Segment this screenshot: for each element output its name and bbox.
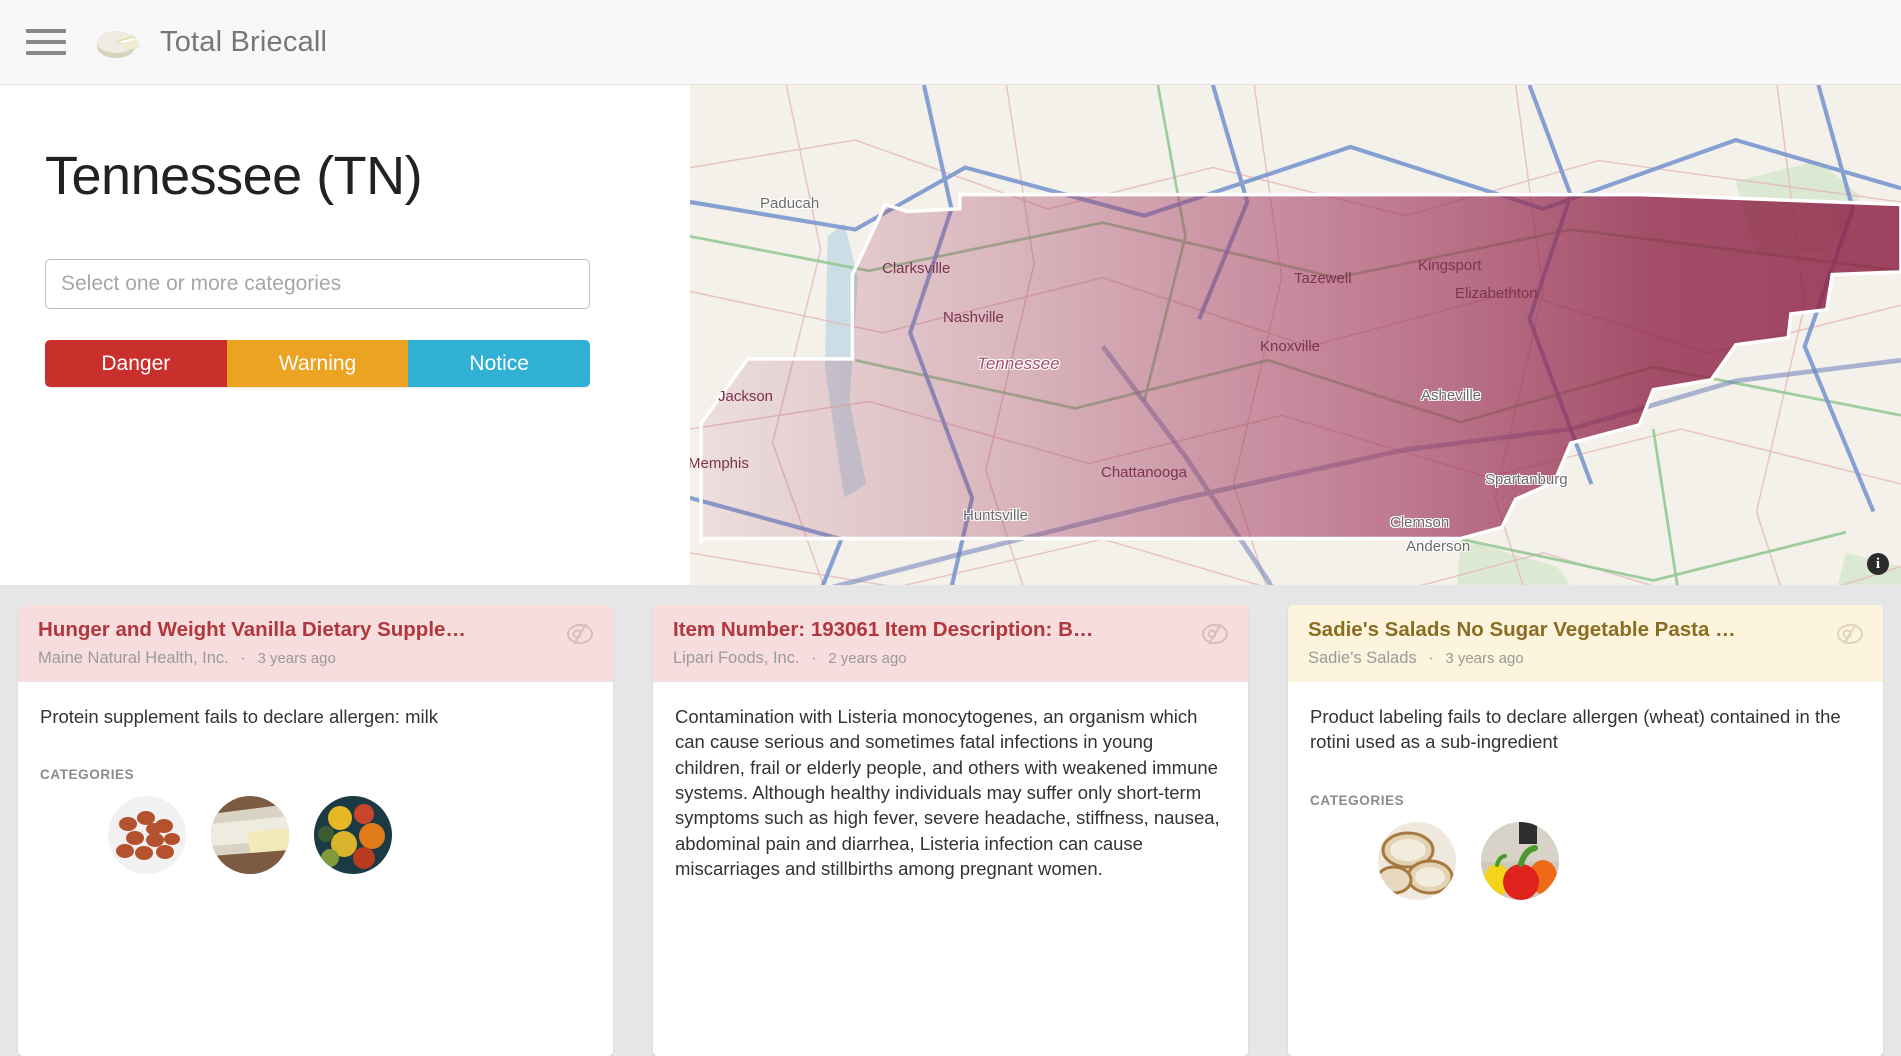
map-label-kingsport: Kingsport: [1418, 257, 1482, 274]
map-label-tazewell: Tazewell: [1294, 270, 1352, 287]
info-icon[interactable]: i: [1867, 553, 1889, 575]
map-label-tennessee: Tennessee: [977, 354, 1060, 373]
mute-icon[interactable]: [1835, 621, 1865, 652]
map-label-chattanooga: Chattanooga: [1101, 464, 1187, 481]
severity-button-group: Danger Warning Notice: [45, 340, 590, 387]
warning-button[interactable]: Warning: [226, 340, 409, 387]
hero-section: Tennessee (TN) Danger Warning Notice: [0, 85, 1901, 585]
recall-card[interactable]: Item Number: 193061 Item Description: B……: [653, 605, 1248, 1056]
card-meta: Lipari Foods, Inc. · 2 years ago: [673, 649, 1228, 668]
peppers-thumb[interactable]: [1481, 821, 1559, 900]
categories-label: CATEGORIES: [40, 767, 135, 783]
card-description: Protein supplement fails to declare alle…: [40, 706, 438, 727]
hero-controls: Tennessee (TN) Danger Warning Notice: [0, 85, 690, 585]
card-age: 3 years ago: [1445, 650, 1524, 667]
recall-card[interactable]: Hunger and Weight Vanilla Dietary Supple…: [18, 605, 613, 1056]
map-label-anderson: Anderson: [1406, 538, 1471, 555]
card-company: Lipari Foods, Inc.: [673, 649, 800, 667]
brie-wheel-icon: [94, 22, 144, 62]
card-description: Product labeling fails to declare allerg…: [1310, 706, 1841, 753]
map-label-huntsville: Huntsville: [963, 507, 1029, 524]
card-body: Contamination with Listeria monocytogene…: [653, 682, 1248, 1056]
card-body: Protein supplement fails to declare alle…: [18, 682, 613, 1056]
meta-separator: ·: [1428, 649, 1434, 667]
map-label-asheville: Asheville: [1421, 387, 1482, 404]
map-label-memphis: Memphis: [690, 455, 749, 472]
map-label-clarksville: Clarksville: [882, 260, 951, 277]
mute-icon[interactable]: [565, 621, 595, 652]
card-header: Item Number: 193061 Item Description: B……: [653, 605, 1248, 682]
navbar: Total Briecall: [0, 0, 1901, 85]
map-label-knoxville: Knoxville: [1260, 338, 1321, 355]
categories-label: CATEGORIES: [1310, 792, 1405, 808]
map-label-clemson: Clemson: [1390, 514, 1450, 531]
spices-thumb[interactable]: [314, 796, 392, 875]
map-label-spartanburg: Spartanburg: [1485, 471, 1568, 488]
card-header: Sadie's Salads No Sugar Vegetable Pasta …: [1288, 605, 1883, 682]
card-age: 2 years ago: [828, 650, 907, 667]
card-title[interactable]: Item Number: 193061 Item Description: B…: [673, 618, 1228, 642]
map-label-jackson: Jackson: [718, 388, 774, 405]
card-body: Product labeling fails to declare allerg…: [1288, 682, 1883, 1056]
page-title: Tennessee (TN): [45, 146, 423, 206]
card-company: Maine Natural Health, Inc.: [38, 649, 229, 667]
brie-cheese-thumb[interactable]: [211, 796, 289, 875]
hamburger-icon[interactable]: [26, 25, 66, 59]
brand[interactable]: Total Briecall: [94, 22, 327, 62]
category-select-input[interactable]: [45, 259, 590, 309]
card-meta: Maine Natural Health, Inc. · 3 years ago: [38, 649, 593, 668]
state-map[interactable]: Paducah Clarksville Nashville Tennessee …: [690, 85, 1901, 585]
card-title[interactable]: Sadie's Salads No Sugar Vegetable Pasta …: [1308, 618, 1863, 642]
card-header: Hunger and Weight Vanilla Dietary Supple…: [18, 605, 613, 682]
notice-button[interactable]: Notice: [408, 340, 590, 387]
recall-card-list: Hunger and Weight Vanilla Dietary Supple…: [0, 585, 1901, 1056]
map-label-paducah: Paducah: [760, 195, 820, 212]
card-title[interactable]: Hunger and Weight Vanilla Dietary Supple…: [38, 618, 593, 642]
card-age: 3 years ago: [257, 650, 336, 667]
mute-icon[interactable]: [1200, 621, 1230, 652]
danger-button[interactable]: Danger: [45, 340, 227, 387]
meta-separator: ·: [240, 649, 246, 667]
meta-separator: ·: [811, 649, 817, 667]
bread-thumb[interactable]: [1378, 821, 1456, 900]
map-label-elizabethton: Elizabethton: [1455, 285, 1538, 302]
recall-card[interactable]: Sadie's Salads No Sugar Vegetable Pasta …: [1288, 605, 1883, 1056]
card-company: Sadie's Salads: [1308, 649, 1417, 667]
brand-title: Total Briecall: [160, 25, 328, 58]
category-thumbs: [1310, 821, 1861, 900]
tennessee-highlight: [699, 192, 1901, 546]
pills-thumb[interactable]: [108, 796, 186, 875]
map-label-nashville: Nashville: [943, 309, 1004, 326]
card-meta: Sadie's Salads · 3 years ago: [1308, 649, 1863, 668]
category-thumbs: [40, 796, 591, 875]
card-description: Contamination with Listeria monocytogene…: [675, 706, 1220, 880]
